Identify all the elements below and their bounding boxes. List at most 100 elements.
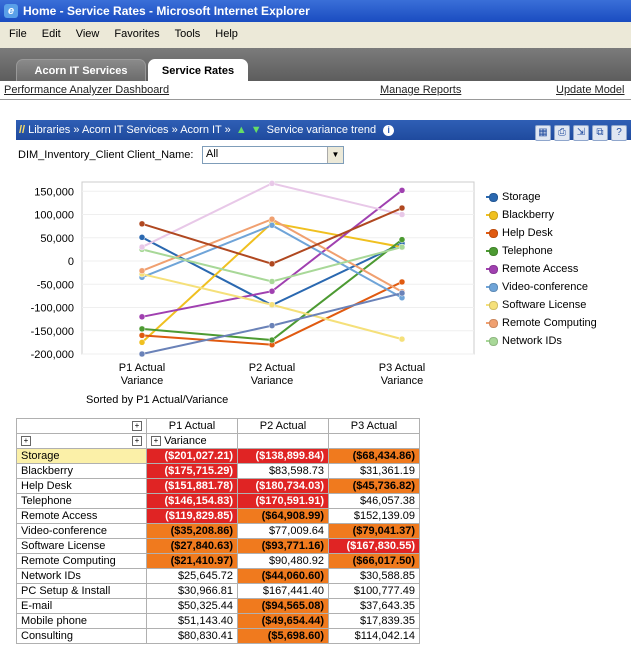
legend-marker [489, 193, 498, 202]
tab-service-rates[interactable]: Service Rates [148, 59, 248, 83]
value-cell[interactable]: ($151,881.78) [146, 478, 238, 494]
client-name-select[interactable]: All ▼ [202, 146, 344, 164]
row-label[interactable]: Consulting [16, 628, 147, 644]
menu-view[interactable]: View [76, 28, 100, 40]
window-title: Home - Service Rates - Microsoft Interne… [23, 4, 310, 18]
value-cell[interactable]: $51,143.40 [146, 613, 238, 629]
popout-icon[interactable]: ⧉ [592, 125, 608, 141]
variance-header-empty [328, 433, 420, 449]
col-header-p2[interactable]: P2 Actual [237, 418, 329, 434]
value-cell[interactable]: ($93,771.16) [237, 538, 329, 554]
value-cell[interactable]: ($170,591.91) [237, 493, 329, 509]
legend-label: Software License [502, 299, 587, 311]
col-header-p1[interactable]: P1 Actual [146, 418, 238, 434]
breadcrumb-acorn-it[interactable]: Acorn IT [180, 124, 221, 136]
row-label[interactable]: E-mail [16, 598, 147, 614]
row-label[interactable]: Video-conference [16, 523, 147, 539]
data-point [138, 325, 146, 333]
menu-help[interactable]: Help [215, 28, 238, 40]
value-cell[interactable]: $114,042.14 [328, 628, 420, 644]
y-tick-label: 0 [68, 256, 74, 268]
export-icon[interactable]: ⇲ [573, 125, 589, 141]
x-tick-label: P2 Actual [249, 362, 295, 374]
chevron-down-icon[interactable]: ▼ [327, 147, 343, 163]
row-label[interactable]: PC Setup & Install [16, 583, 147, 599]
tab-acorn-it-services[interactable]: Acorn IT Services [16, 59, 146, 82]
value-cell[interactable]: ($119,829.85) [146, 508, 238, 524]
performance-analyzer-dashboard-link[interactable]: Performance Analyzer Dashboard [4, 84, 169, 96]
value-cell[interactable]: $77,009.64 [237, 523, 329, 539]
value-cell[interactable]: ($45,736.82) [328, 478, 420, 494]
col-header-p3[interactable]: P3 Actual [328, 418, 420, 434]
value-cell[interactable]: ($146,154.83) [146, 493, 238, 509]
y-tick-label: -100,000 [31, 303, 74, 315]
value-cell[interactable]: $167,441.40 [237, 583, 329, 599]
menu-edit[interactable]: Edit [42, 28, 61, 40]
value-cell[interactable]: $30,588.85 [328, 568, 420, 584]
value-cell[interactable]: ($35,208.86) [146, 523, 238, 539]
info-icon[interactable]: i [383, 125, 395, 136]
row-label[interactable]: Network IDs [16, 568, 147, 584]
value-cell[interactable]: ($5,698.60) [237, 628, 329, 644]
sort-note: Sorted by P1 Actual/Variance [86, 394, 229, 406]
value-cell[interactable]: ($175,715.29) [146, 463, 238, 479]
value-cell[interactable]: ($68,434.86) [328, 448, 420, 464]
breadcrumb-libraries[interactable]: Libraries [28, 124, 70, 136]
value-cell[interactable]: $30,966.81 [146, 583, 238, 599]
expand-toggle-icon[interactable]: + [21, 436, 31, 447]
breadcrumb-acorn-it-services[interactable]: Acorn IT Services [82, 124, 169, 136]
value-cell[interactable]: $37,643.35 [328, 598, 420, 614]
value-cell[interactable]: ($49,654.44) [237, 613, 329, 629]
legend-item: Network IDs [484, 332, 629, 350]
row-label[interactable]: Telephone [16, 493, 147, 509]
value-cell[interactable]: $50,325.44 [146, 598, 238, 614]
value-cell[interactable]: $83,598.73 [237, 463, 329, 479]
value-cell[interactable]: $31,361.19 [328, 463, 420, 479]
expand-toggle-icon[interactable]: + [132, 421, 142, 432]
value-cell[interactable]: $46,057.38 [328, 493, 420, 509]
value-cell[interactable]: ($66,017.50) [328, 553, 420, 569]
up-arrow-icon[interactable]: ▲ [236, 124, 247, 136]
value-cell[interactable]: ($79,041.37) [328, 523, 420, 539]
value-cell[interactable]: ($44,060.60) [237, 568, 329, 584]
value-cell[interactable]: ($167,830.55) [328, 538, 420, 554]
manage-reports-link[interactable]: Manage Reports [380, 84, 461, 96]
value-cell[interactable]: ($27,840.63) [146, 538, 238, 554]
value-cell[interactable]: ($94,565.08) [237, 598, 329, 614]
row-label[interactable]: Help Desk [16, 478, 147, 494]
value-cell[interactable]: $100,777.49 [328, 583, 420, 599]
menu-favorites[interactable]: Favorites [114, 28, 159, 40]
chart-table-icon[interactable]: ▦ [535, 125, 551, 141]
update-model-link[interactable]: Update Model [556, 84, 625, 96]
value-cell[interactable]: $90,480.92 [237, 553, 329, 569]
row-label[interactable]: Storage [16, 448, 147, 464]
row-label[interactable]: Software License [16, 538, 147, 554]
expand-toggle-icon[interactable]: + [151, 436, 161, 447]
row-label[interactable]: Remote Access [16, 508, 147, 524]
down-arrow-icon[interactable]: ▼ [251, 124, 262, 136]
value-cell[interactable]: ($138,899.84) [237, 448, 329, 464]
menu-file[interactable]: File [9, 28, 27, 40]
value-cell[interactable]: ($64,908.99) [237, 508, 329, 524]
print-icon[interactable]: ⎙ [554, 125, 570, 141]
help-icon[interactable]: ? [611, 125, 627, 141]
value-cell[interactable]: $152,139.09 [328, 508, 420, 524]
data-point [138, 243, 146, 251]
data-point [268, 260, 276, 268]
menu-tools[interactable]: Tools [175, 28, 201, 40]
value-cell[interactable]: ($180,734.03) [237, 478, 329, 494]
value-cell[interactable]: $80,830.41 [146, 628, 238, 644]
value-cell[interactable]: ($201,027.21) [146, 448, 238, 464]
row-label[interactable]: Mobile phone [16, 613, 147, 629]
value-cell[interactable]: $17,839.35 [328, 613, 420, 629]
row-label[interactable]: Remote Computing [16, 553, 147, 569]
legend-marker [489, 319, 498, 328]
row-label[interactable]: Blackberry [16, 463, 147, 479]
legend-item: Help Desk [484, 224, 629, 242]
breadcrumb-current-view: Service variance trend [266, 124, 377, 136]
expand-toggle-icon[interactable]: + [132, 436, 142, 447]
legend-label: Remote Computing [502, 317, 597, 329]
value-cell[interactable]: $25,645.72 [146, 568, 238, 584]
table-row: PC Setup & Install $30,966.81 $167,441.40 $… [16, 583, 420, 599]
value-cell[interactable]: ($21,410.97) [146, 553, 238, 569]
